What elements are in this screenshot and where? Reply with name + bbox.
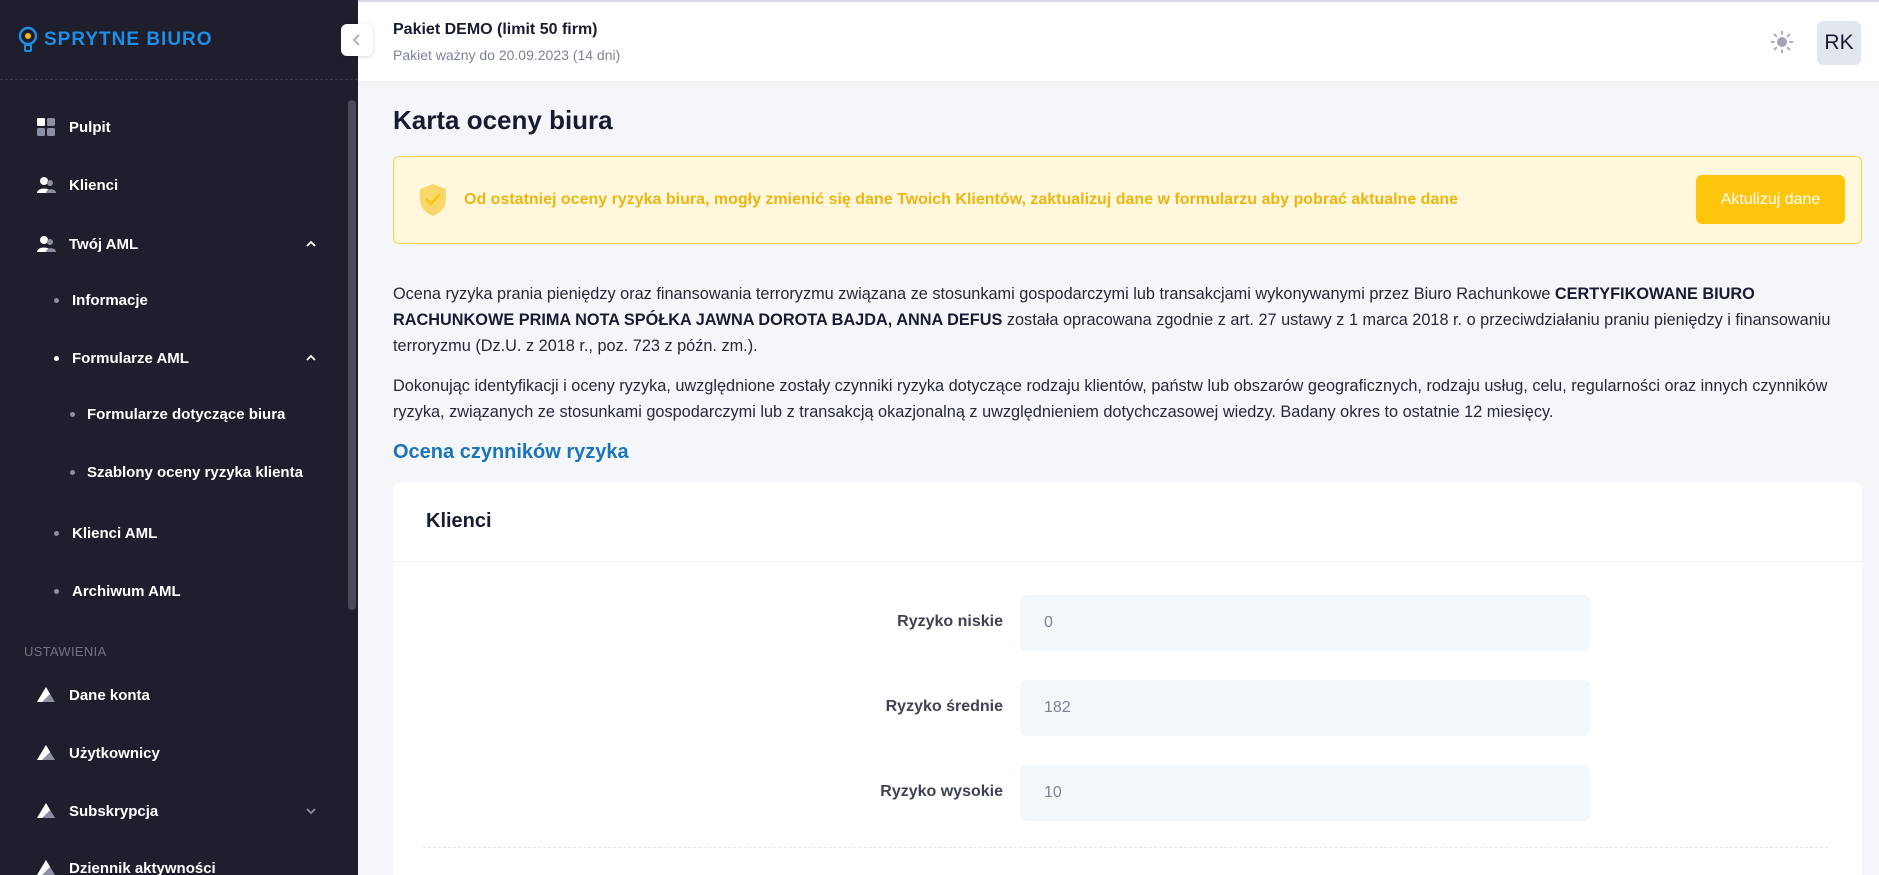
sidebar-item-pulpit[interactable]: Pulpit <box>0 107 345 147</box>
sidebar-item-label: Archiwum AML <box>72 582 181 600</box>
risk-low-field[interactable] <box>1020 595 1590 651</box>
sidebar-item-archiwum-aml[interactable]: Archiwum AML <box>0 571 345 611</box>
intro-text-start: Ocena ryzyka prania pieniędzy oraz finan… <box>393 285 1555 303</box>
sidebar-item-label: Klienci <box>69 176 119 194</box>
brand-name: SPRYTNE BIURO <box>44 28 213 50</box>
sidebar-item-label: Subskrypcja <box>69 802 159 820</box>
risk-row-low: Ryzyko niskie <box>393 595 1862 651</box>
sidebar-item-klienci-aml[interactable]: Klienci AML <box>0 513 345 553</box>
card-divider <box>423 847 1828 848</box>
risk-factors-heading: Ocena czynników ryzyka <box>393 441 629 463</box>
package-subtitle: Pakiet ważny do 20.09.2023 (14 dni) <box>393 47 621 63</box>
bullet-icon <box>54 355 59 361</box>
dashboard-icon <box>37 118 55 136</box>
sidebar-item-formularze-dotyczace-biura[interactable]: Formularze dotyczące biura <box>0 394 345 434</box>
risk-high-field[interactable] <box>1020 765 1590 821</box>
sidebar-item-klienci[interactable]: Klienci <box>0 165 345 205</box>
bullet-icon <box>54 530 59 536</box>
sidebar-item-label: Formularze dotyczące biura <box>87 405 286 423</box>
triangle-icon <box>37 803 55 818</box>
chevron-down-icon <box>306 808 316 815</box>
sidebar-item-label: Dziennik aktywności <box>69 859 216 875</box>
brand-logo[interactable]: SPRYTNE BIURO <box>0 0 358 80</box>
bullet-icon <box>70 469 75 475</box>
sidebar-item-label: Klienci AML <box>72 524 158 542</box>
sidebar-item-formularze-aml[interactable]: Formularze AML <box>0 338 345 378</box>
triangle-icon <box>37 687 55 702</box>
triangle-icon <box>37 860 55 875</box>
sidebar-item-twoj-aml[interactable]: Twój AML <box>0 224 345 264</box>
settings-section-title: USTAWIENIA <box>24 644 107 659</box>
sidebar-item-label: Informacje <box>72 291 148 309</box>
alert-message: Od ostatniej oceny ryzyka biura, mogły z… <box>464 191 1459 208</box>
risk-label: Ryzyko średnie <box>885 698 1003 715</box>
risk-label: Ryzyko niskie <box>897 613 1003 630</box>
update-alert: Od ostatniej oceny ryzyka biura, mogły z… <box>393 156 1862 244</box>
sidebar-scrollbar[interactable] <box>348 100 356 610</box>
sidebar-collapse-button[interactable] <box>341 24 373 56</box>
sidebar-item-label: Szablony oceny ryzyka klienta <box>87 463 303 481</box>
top-header: Pakiet DEMO (limit 50 firm) Pakiet ważny… <box>358 0 1879 81</box>
intro-paragraph: Ocena ryzyka prania pieniędzy oraz finan… <box>393 281 1858 359</box>
sidebar-item-label: Twój AML <box>69 235 139 253</box>
method-paragraph: Dokonując identyfikacji i oceny ryzyka, … <box>393 377 1828 421</box>
lightbulb-icon <box>18 26 38 52</box>
bullet-icon <box>54 297 59 303</box>
sidebar-item-dziennik-aktywnosci[interactable]: Dziennik aktywności <box>0 848 345 875</box>
risk-row-medium: Ryzyko średnie <box>393 680 1862 736</box>
sidebar-item-label: Formularze AML <box>72 349 189 367</box>
card-title: Klienci <box>393 482 1862 562</box>
sidebar-item-label: Pulpit <box>69 118 111 136</box>
sidebar-item-dane-konta[interactable]: Dane konta <box>0 675 345 715</box>
sidebar-item-subskrypcja[interactable]: Subskrypcja <box>0 791 345 831</box>
avatar[interactable]: RK <box>1817 21 1861 65</box>
chevron-up-icon <box>306 354 316 361</box>
sidebar-item-label: Dane konta <box>69 686 150 704</box>
triangle-icon <box>37 745 55 760</box>
sidebar: SPRYTNE BIURO Pulpit Klienci Twój AML In… <box>0 0 358 875</box>
package-title: Pakiet DEMO (limit 50 firm) <box>393 21 598 38</box>
page-title: Karta oceny biura <box>393 105 613 135</box>
clients-card: Klienci Ryzyko niskie Ryzyko średnie Ryz… <box>393 482 1862 875</box>
risk-row-high: Ryzyko wysokie <box>393 765 1862 821</box>
risk-medium-field[interactable] <box>1020 680 1590 736</box>
main-content: Karta oceny biura Od ostatniej oceny ryz… <box>358 81 1879 875</box>
update-data-button[interactable]: Aktulizuj dane <box>1696 175 1845 224</box>
sidebar-item-informacje[interactable]: Informacje <box>0 280 345 320</box>
chevron-left-icon <box>352 34 360 46</box>
risk-label: Ryzyko wysokie <box>880 783 1003 800</box>
users-icon <box>37 236 56 252</box>
shield-check-icon <box>420 184 446 216</box>
sidebar-item-label: Użytkownicy <box>69 744 160 762</box>
sidebar-item-uzytkownicy[interactable]: Użytkownicy <box>0 733 345 773</box>
bullet-icon <box>54 588 59 594</box>
sidebar-item-szablony-oceny-ryzyka[interactable]: Szablony oceny ryzyka klienta <box>0 452 345 492</box>
users-icon <box>37 177 56 193</box>
bullet-icon <box>70 411 75 417</box>
sun-icon[interactable] <box>1770 30 1794 54</box>
chevron-up-icon <box>306 240 316 247</box>
